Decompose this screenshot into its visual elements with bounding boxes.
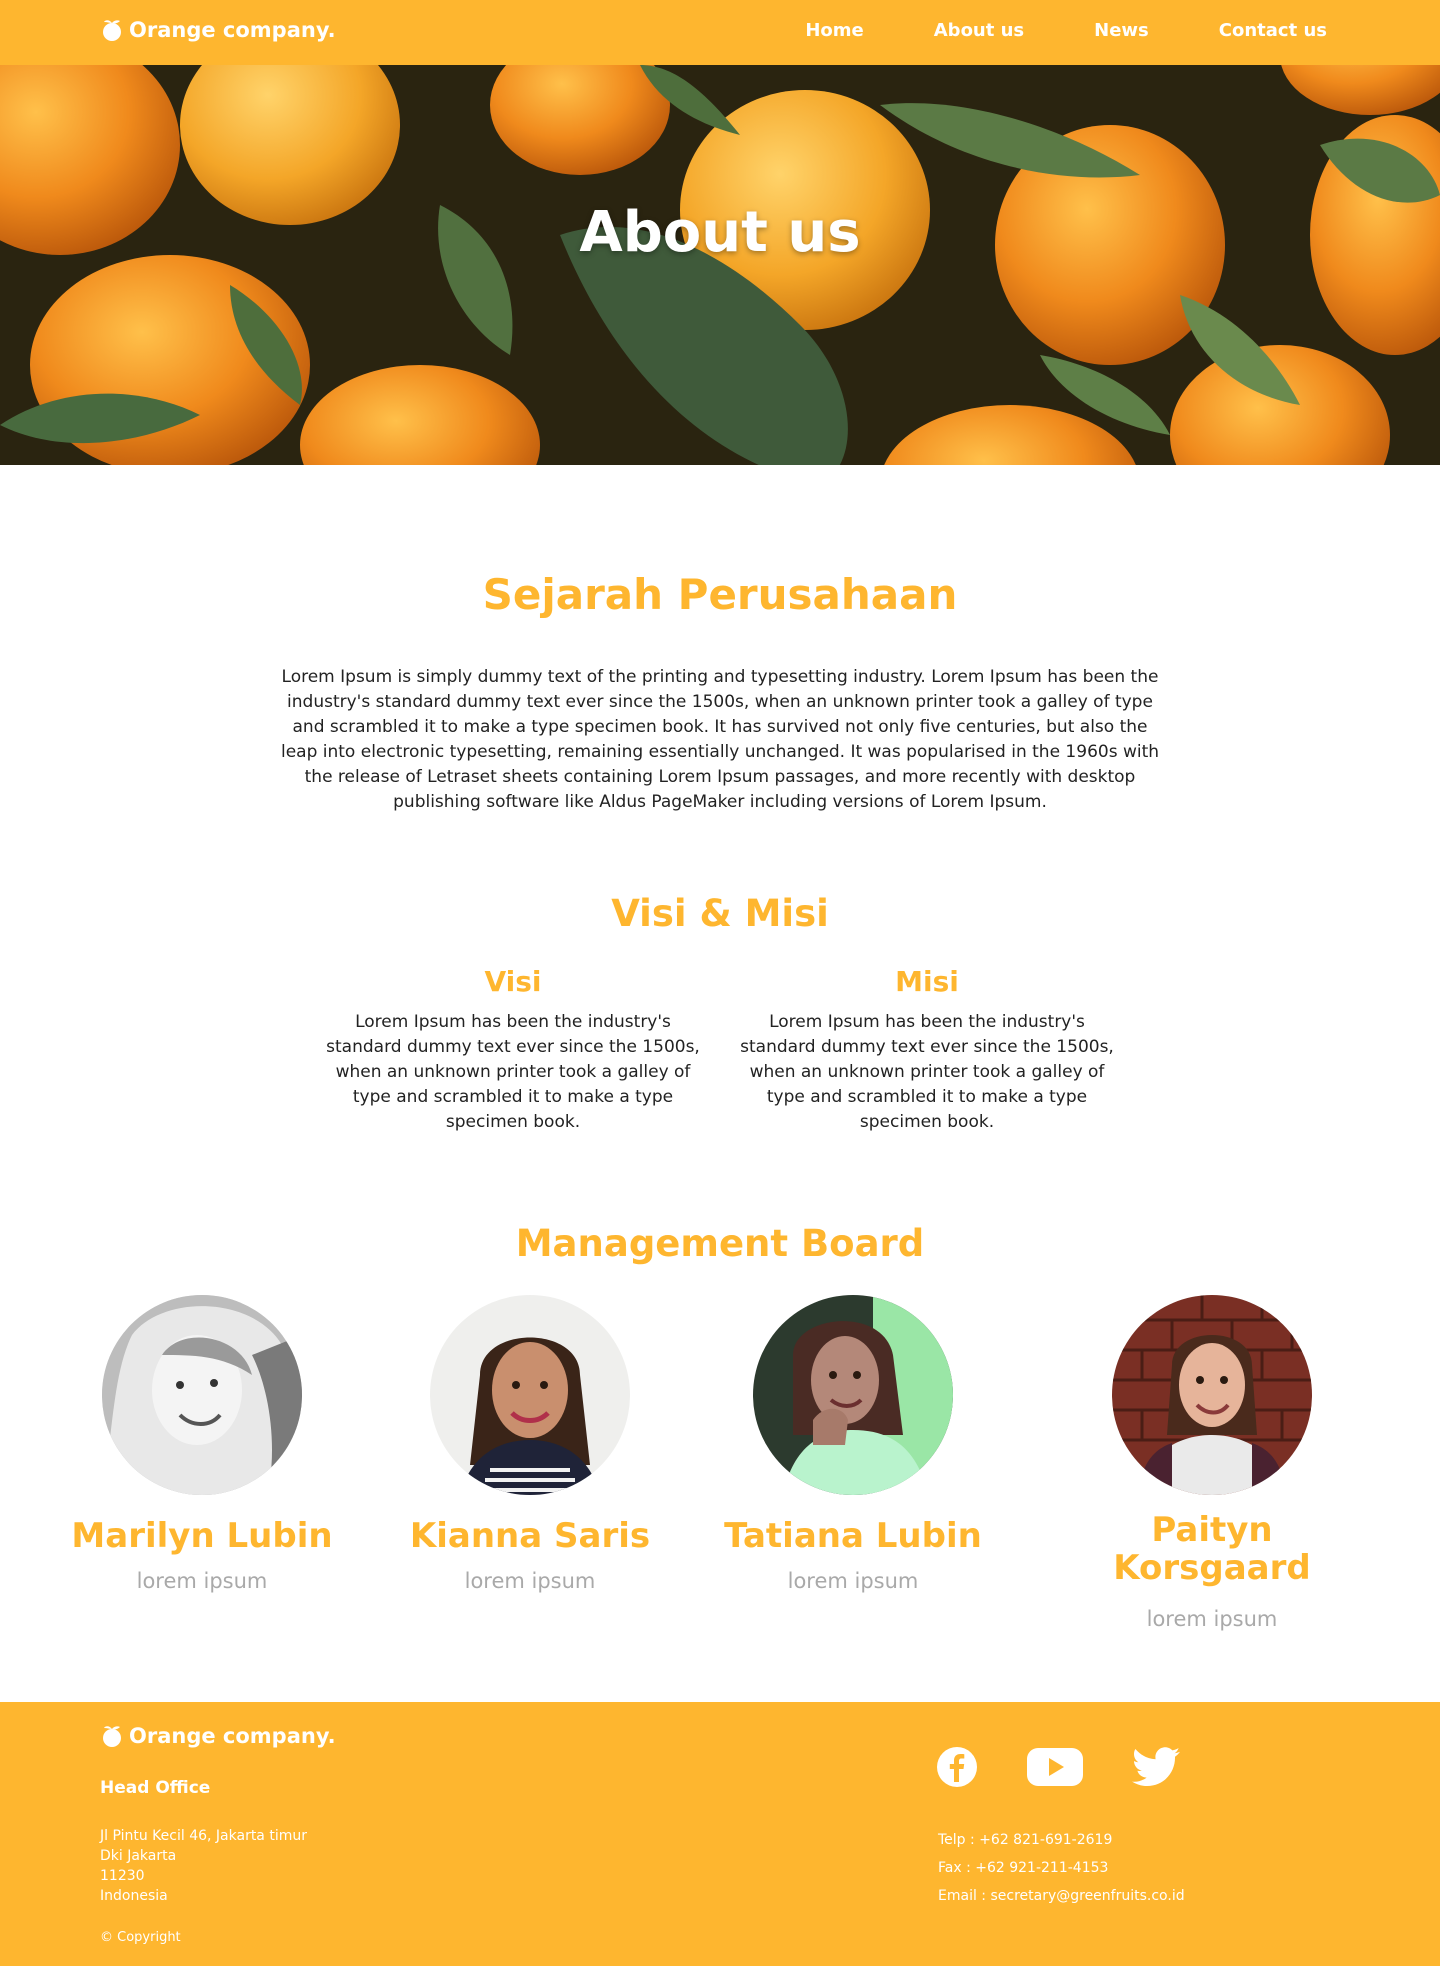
oranges-background-image xyxy=(0,65,1440,465)
fax-text: Fax : +62 921-211-4153 xyxy=(938,1860,1109,1876)
member-name: Tatiana Lubin xyxy=(724,1516,982,1556)
board-member-card: Paityn Korsgaard lorem ipsum xyxy=(1047,1295,1377,1631)
navbar: Orange company. Home About us News Conta… xyxy=(0,0,1440,65)
telp-text: Telp : +62 821-691-2619 xyxy=(938,1832,1113,1848)
youtube-icon[interactable] xyxy=(1026,1746,1084,1792)
history-text: Lorem Ipsum is simply dummy text of the … xyxy=(280,667,1160,812)
vision-text: Lorem Ipsum has been the industry's stan… xyxy=(326,1012,700,1132)
orange-logo-icon xyxy=(103,1726,121,1747)
management-board-title: Management Board xyxy=(515,1222,925,1265)
email-text[interactable]: Email : secretary@greenfruits.co.id xyxy=(938,1882,1185,1910)
address: Jl Pintu Kecil 46, Jakarta timur Dki Jak… xyxy=(100,1826,307,1906)
facebook-icon[interactable] xyxy=(936,1746,978,1792)
twitter-icon[interactable] xyxy=(1132,1746,1180,1792)
vision-column: Visi Lorem Ipsum has been the industry's… xyxy=(323,965,703,1135)
member-photo xyxy=(102,1295,302,1495)
member-photo xyxy=(1112,1295,1312,1495)
contact-info: Telp : +62 821-691-2619 Fax : +62 921-21… xyxy=(938,1826,1185,1910)
member-role: lorem ipsum xyxy=(464,1569,596,1593)
copyright: © Copyright xyxy=(100,1930,181,1945)
main-nav: Home About us News Contact us xyxy=(805,20,1327,41)
footer-brand-logo[interactable]: Orange company. xyxy=(100,1724,336,1748)
social-links xyxy=(936,1746,1228,1792)
member-photo xyxy=(430,1295,630,1495)
nav-home[interactable]: Home xyxy=(805,20,863,41)
mission-column: Misi Lorem Ipsum has been the industry's… xyxy=(737,965,1117,1135)
address-line: Dki Jakarta xyxy=(100,1848,177,1864)
hero-title: About us xyxy=(579,200,861,265)
nav-about-us[interactable]: About us xyxy=(934,20,1024,41)
member-photo xyxy=(753,1295,953,1495)
brand-logo[interactable]: Orange company. xyxy=(100,18,336,42)
footer-brand-name: Orange company. xyxy=(129,1724,336,1748)
hero-banner: About us xyxy=(0,65,1440,465)
member-name: Marilyn Lubin xyxy=(71,1516,333,1556)
board-member-card: Kianna Saris lorem ipsum xyxy=(365,1295,695,1593)
orange-logo-icon xyxy=(103,20,121,41)
address-line: Indonesia xyxy=(100,1888,168,1904)
brand-name: Orange company. xyxy=(129,18,336,42)
board-member-card: Marilyn Lubin lorem ipsum xyxy=(37,1295,367,1593)
address-line: 11230 xyxy=(100,1868,145,1884)
member-role: lorem ipsum xyxy=(136,1569,268,1593)
vision-title: Visi xyxy=(484,965,542,998)
member-name: Paityn Korsgaard xyxy=(1113,1510,1311,1588)
footer: Orange company. Head Office Jl Pintu Kec… xyxy=(0,1702,1440,1966)
nav-news[interactable]: News xyxy=(1094,20,1149,41)
history-title: Sejarah Perusahaan xyxy=(482,570,958,619)
mission-text: Lorem Ipsum has been the industry's stan… xyxy=(740,1012,1114,1132)
member-name: Kianna Saris xyxy=(409,1516,651,1556)
member-role: lorem ipsum xyxy=(1146,1607,1278,1631)
address-line: Jl Pintu Kecil 46, Jakarta timur xyxy=(100,1828,307,1844)
member-role: lorem ipsum xyxy=(787,1569,919,1593)
mission-title: Misi xyxy=(895,965,959,998)
nav-contact-us[interactable]: Contact us xyxy=(1219,20,1327,41)
vision-mission-title: Visi & Misi xyxy=(611,892,829,935)
head-office-label: Head Office xyxy=(100,1778,211,1798)
board-member-card: Tatiana Lubin lorem ipsum xyxy=(688,1295,1018,1593)
